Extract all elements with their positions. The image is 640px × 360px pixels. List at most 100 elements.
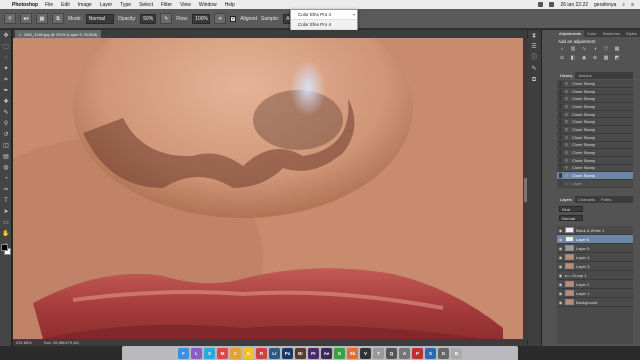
- channel-mixer-icon[interactable]: ⊕: [591, 54, 599, 62]
- tab-color[interactable]: Color: [584, 30, 600, 37]
- history-item[interactable]: ⚲ Clone Stamp: [557, 134, 633, 142]
- wifi-icon[interactable]: [538, 2, 544, 7]
- exposure-icon[interactable]: ◑: [591, 45, 599, 53]
- tab-layers[interactable]: Layers: [557, 196, 576, 203]
- menu-window[interactable]: Window: [199, 2, 217, 8]
- airbrush-icon[interactable]: ✈: [214, 13, 227, 24]
- menu-select[interactable]: Select: [139, 2, 153, 8]
- history-item[interactable]: ▭ Layer: [557, 180, 633, 188]
- dock-app-icon[interactable]: F: [178, 347, 189, 359]
- history-item[interactable]: ⚲ Clone Stamp: [557, 165, 633, 173]
- history-panel-icon[interactable]: ⧗: [529, 31, 539, 41]
- history-item[interactable]: ⚲ Clone Stamp: [557, 157, 633, 165]
- layer-row[interactable]: ◉ Background: [557, 298, 633, 307]
- hand-tool-icon[interactable]: ✋: [1, 229, 11, 239]
- history-brush-tool-icon[interactable]: ↺: [1, 130, 11, 140]
- hue-saturation-icon[interactable]: ▦: [613, 45, 621, 53]
- eye-icon[interactable]: ◉: [558, 300, 563, 305]
- move-tool-icon[interactable]: ✥: [1, 31, 11, 41]
- document-canvas[interactable]: [13, 38, 523, 339]
- history-item[interactable]: ⚲ Clone Stamp: [557, 95, 633, 104]
- type-tool-icon[interactable]: T: [1, 196, 11, 206]
- history-item[interactable]: ⚲ Clone Stamp: [557, 80, 633, 88]
- layer-row[interactable]: ◉ Layer 1: [557, 289, 633, 298]
- clone-stamp-tool-icon[interactable]: ⚲: [4, 13, 16, 24]
- dock-app-icon[interactable]: Ae: [321, 347, 332, 359]
- history-item[interactable]: ⚲ Clone Stamp: [557, 149, 633, 157]
- levels-icon[interactable]: ▥: [569, 45, 577, 53]
- invert-icon[interactable]: ◩: [613, 54, 621, 62]
- layer-row[interactable]: ◉ Layer 4: [557, 253, 633, 262]
- path-select-tool-icon[interactable]: ➤: [1, 207, 11, 217]
- document-tab[interactable]: × IMG_4189.jpg @ 291% (Layer 5, RGB/8): [15, 30, 102, 38]
- eye-icon[interactable]: ◉: [558, 282, 563, 287]
- dock-app-icon[interactable]: Pr: [308, 347, 319, 359]
- aligned-checkbox[interactable]: ✓: [230, 15, 237, 22]
- history-item[interactable]: ⚲ Clone Stamp: [557, 88, 633, 96]
- brush-size-picker[interactable]: ●▾: [20, 13, 32, 24]
- tab-channels[interactable]: Channels: [575, 196, 598, 203]
- clone-stamp-tool-icon[interactable]: ⚲: [1, 119, 11, 129]
- flow-field[interactable]: 100%: [192, 13, 211, 24]
- menu-edit[interactable]: Edit: [61, 2, 70, 8]
- dodge-tool-icon[interactable]: ◔: [1, 174, 11, 184]
- tab-adjustments[interactable]: Adjustments: [556, 30, 585, 37]
- history-item[interactable]: ⚲ Clone Stamp: [557, 111, 633, 119]
- dock-app-icon[interactable]: Br: [295, 347, 306, 359]
- dock-app-icon[interactable]: Sk: [347, 347, 358, 359]
- dock-app-icon[interactable]: Ps: [282, 347, 293, 359]
- brush-presets-icon[interactable]: ✎: [529, 64, 539, 74]
- color-balance-icon[interactable]: ⚖: [558, 54, 566, 62]
- app-menu-photoshop[interactable]: Photoshop: [12, 2, 38, 8]
- dock-app-icon[interactable]: D: [438, 347, 449, 359]
- eye-icon[interactable]: ◉: [558, 246, 563, 251]
- quick-select-tool-icon[interactable]: ✦: [1, 64, 11, 74]
- dock-app-icon[interactable]: A: [399, 347, 410, 359]
- dock-app-icon[interactable]: B: [451, 347, 462, 359]
- dock-app-icon[interactable]: M: [217, 347, 228, 359]
- menu-layer[interactable]: Layer: [100, 2, 113, 8]
- blur-tool-icon[interactable]: ◍: [1, 163, 11, 173]
- photo-filter-icon[interactable]: ◉: [580, 54, 588, 62]
- eye-icon[interactable]: ◉: [558, 237, 563, 242]
- history-item[interactable]: ⚲ Clone Stamp: [557, 118, 633, 127]
- brightness-contrast-icon[interactable]: ☼: [558, 45, 566, 53]
- properties-panel-icon[interactable]: ☰: [529, 42, 539, 52]
- black-white-icon[interactable]: ◧: [569, 54, 577, 62]
- lasso-tool-icon[interactable]: ◌: [1, 53, 11, 63]
- eye-icon[interactable]: ◉: [558, 273, 563, 278]
- battery-icon[interactable]: [549, 2, 555, 7]
- tab-styles[interactable]: Styles: [623, 30, 640, 37]
- menu-help[interactable]: Help: [225, 2, 235, 8]
- menu-filter[interactable]: Filter: [161, 2, 172, 8]
- eyedropper-tool-icon[interactable]: ✒: [1, 86, 11, 96]
- gradient-tool-icon[interactable]: ▤: [1, 152, 11, 162]
- color-swatches[interactable]: [1, 244, 11, 256]
- popup-item-color-efex-2[interactable]: Color Efex Pro 4: [291, 20, 357, 30]
- dock-app-icon[interactable]: Q: [386, 347, 397, 359]
- popup-item-color-efex-1[interactable]: Color Efex Pro 4 ▾: [291, 10, 357, 20]
- dock-app-icon[interactable]: P: [412, 347, 423, 359]
- marquee-tool-icon[interactable]: ⬚: [1, 42, 11, 52]
- scrollbar-thumb[interactable]: [524, 178, 527, 202]
- mode-select[interactable]: Normal: [85, 13, 114, 24]
- dock-app-icon[interactable]: T: [373, 347, 384, 359]
- layer-row[interactable]: ◉ Black & White 1: [557, 226, 633, 235]
- color-lookup-icon[interactable]: ▩: [602, 54, 610, 62]
- dock-app-icon[interactable]: S: [204, 347, 215, 359]
- dock-app-icon[interactable]: L: [191, 347, 202, 359]
- vibrance-icon[interactable]: ▽: [602, 45, 610, 53]
- brush-panel-icon[interactable]: ▦: [36, 13, 48, 24]
- dock-app-icon[interactable]: G: [334, 347, 345, 359]
- dock-app-icon[interactable]: Lr: [269, 347, 280, 359]
- eye-icon[interactable]: ◉: [558, 291, 563, 296]
- eraser-tool-icon[interactable]: ◫: [1, 141, 11, 151]
- blend-mode-select[interactable]: Normal: [559, 215, 583, 221]
- foreground-color-swatch[interactable]: [1, 244, 8, 251]
- brush-tool-icon[interactable]: ✎: [1, 108, 11, 118]
- tab-actions[interactable]: Actions: [575, 72, 594, 79]
- curves-icon[interactable]: ∿: [580, 45, 588, 53]
- clone-source-icon[interactable]: ⧉: [52, 13, 64, 24]
- menu-type[interactable]: Type: [120, 2, 131, 8]
- opacity-field[interactable]: 50%: [140, 13, 157, 24]
